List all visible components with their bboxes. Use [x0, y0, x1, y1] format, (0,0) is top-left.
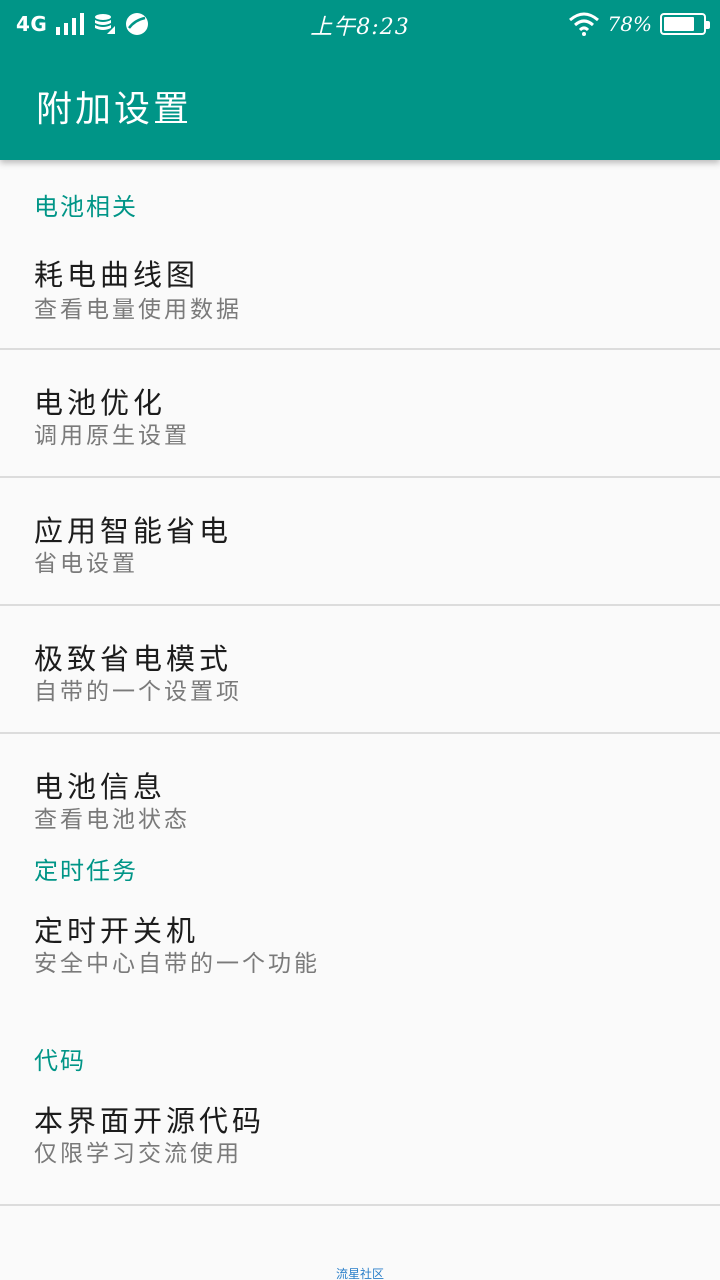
screen: 4G 上午8:23 78% 附加设置 电池相关 耗电曲线图 查看电量使用数据 电…: [0, 0, 720, 1280]
pref-summary: 仅限学习交流使用: [34, 1141, 242, 1167]
pref-item-open-source[interactable]: 本界面开源代码 仅限学习交流使用: [0, 1076, 720, 1206]
top-app-bar: 4G 上午8:23 78% 附加设置: [0, 0, 720, 160]
pref-summary: 查看电量使用数据: [34, 297, 242, 323]
pref-summary: 查看电池状态: [34, 807, 190, 833]
section-header-scheduled-tasks: 定时任务: [34, 857, 138, 885]
pref-item-battery-info[interactable]: 电池信息 查看电池状态: [0, 734, 720, 844]
battery-percent: 78%: [607, 12, 652, 36]
section-header-code: 代码: [34, 1047, 86, 1075]
battery-fill: [664, 17, 694, 31]
pref-summary: 调用原生设置: [34, 423, 190, 449]
pref-item-battery-optimization[interactable]: 电池优化 调用原生设置: [0, 350, 720, 478]
pref-title: 耗电曲线图: [34, 258, 200, 292]
preference-list: 电池相关 耗电曲线图 查看电量使用数据 电池优化 调用原生设置 应用智能省电 省…: [0, 160, 720, 1206]
section-header-battery: 电池相关: [34, 193, 138, 221]
pref-summary: 省电设置: [34, 551, 138, 577]
page-title: 附加设置: [36, 89, 193, 130]
pref-item-scheduled-power[interactable]: 定时开关机 安全中心自带的一个功能: [0, 886, 720, 1034]
wifi-icon: [568, 12, 599, 36]
battery-icon: [660, 13, 710, 35]
status-bar: 4G 上午8:23 78%: [0, 0, 720, 48]
pref-summary: 自带的一个设置项: [34, 679, 242, 705]
pref-item-extreme-power-mode[interactable]: 极致省电模式 自带的一个设置项: [0, 606, 720, 734]
pref-item-power-curve[interactable]: 耗电曲线图 查看电量使用数据: [0, 222, 720, 350]
pref-item-smart-power-saving[interactable]: 应用智能省电 省电设置: [0, 478, 720, 606]
status-right: 78%: [568, 10, 710, 38]
pref-summary: 安全中心自带的一个功能: [34, 951, 320, 977]
watermark: 流星社区: [335, 1267, 384, 1280]
